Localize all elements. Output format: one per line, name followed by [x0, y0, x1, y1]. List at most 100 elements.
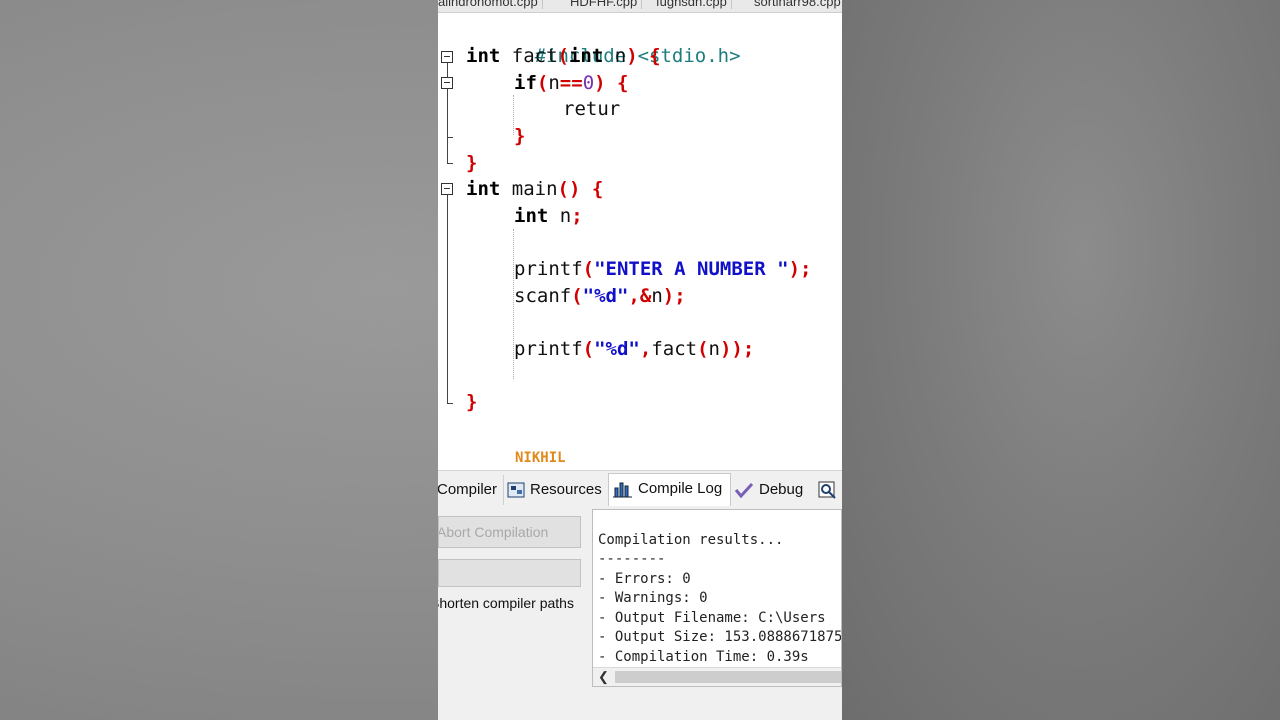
code-line-8: int n;: [514, 203, 583, 230]
string-literal: "%d": [594, 338, 640, 360]
kw-if: if: [514, 72, 537, 94]
return-partial: retur: [563, 98, 621, 120]
fold-toggle-main[interactable]: [441, 183, 453, 195]
string-literal: "ENTER A NUMBER ": [594, 258, 789, 280]
fold-toggle-fact[interactable]: [441, 51, 453, 63]
paren: (: [582, 258, 595, 280]
kw-int: int: [568, 45, 604, 67]
brace: {: [617, 72, 629, 94]
code-line-1: #include <stdio.h>: [466, 16, 741, 67]
log-line: Compilation results...: [598, 532, 784, 548]
brace: }: [466, 391, 478, 413]
tab-label: Compiler: [438, 481, 498, 498]
code-line-10: printf("ENTER A NUMBER ");: [514, 256, 811, 283]
param: n: [603, 45, 627, 67]
fn-name: fact: [500, 45, 558, 67]
paren: (: [536, 72, 549, 94]
log-line: - Warnings: 0: [598, 590, 708, 606]
paren: (): [557, 178, 592, 200]
tab-label: Debug: [759, 481, 804, 498]
var: n: [548, 72, 560, 94]
log-line: - Output Filename: C:\Users: [598, 610, 826, 626]
panel-tabs: Compiler Resources Compile Log Debug: [438, 473, 842, 506]
find-icon: [818, 481, 836, 499]
kw-int: int: [466, 178, 501, 200]
button-label: Abort Compilation: [438, 524, 549, 540]
code-line-6: }: [466, 150, 477, 177]
fold-end: [447, 403, 453, 404]
semicolon: ;: [571, 205, 583, 227]
paren: (: [571, 285, 583, 307]
log-line: - Errors: 0: [598, 571, 691, 587]
tab-label: Compile Log: [638, 480, 723, 497]
operator: &: [639, 285, 652, 307]
code-editor[interactable]: #include <stdio.h> int fact(int n) { if(…: [438, 13, 842, 469]
comma: ,: [639, 338, 652, 360]
brace: }: [466, 152, 478, 174]
abort-compilation-button[interactable]: Abort Compilation: [438, 516, 581, 548]
log-line: --------: [598, 551, 666, 567]
fn-call: fact: [651, 338, 698, 360]
paren: ): [594, 72, 618, 94]
kw-int: int: [514, 205, 549, 227]
code-line-13: printf("%d",fact(n));: [514, 336, 754, 363]
var: n: [548, 205, 572, 227]
fold-line: [447, 195, 448, 404]
paren: (: [582, 338, 595, 360]
file-tab[interactable]: HDFHF.cpp: [566, 0, 643, 9]
brace: {: [649, 45, 661, 67]
fn-call: printf: [514, 258, 583, 280]
brace: {: [591, 178, 604, 200]
var: n: [651, 285, 663, 307]
compile-log-output[interactable]: Compilation results... -------- - Errors…: [592, 509, 842, 687]
watermark: NIKHIL: [515, 450, 566, 466]
brace: }: [514, 125, 526, 147]
fold-end: [447, 137, 453, 138]
code-line-3: if(n==0) {: [514, 70, 628, 97]
operator: ==: [559, 72, 583, 94]
code-line-2: int fact(int n) {: [466, 43, 661, 70]
scroll-thumb[interactable]: [615, 671, 841, 683]
bottom-panel: Compiler Resources Compile Log Debug Abo…: [438, 470, 842, 720]
code-line-5: }: [514, 123, 525, 150]
kw-int: int: [466, 45, 501, 67]
resources-icon: [507, 482, 525, 498]
file-tab-bar: alindronomot.cpp HDFHF.cpp fughsdh.cpp s…: [438, 0, 842, 13]
code-line-4: retur: [563, 96, 621, 123]
checkmark-icon: [734, 483, 754, 499]
tab-debug[interactable]: Debug: [734, 475, 809, 505]
log-line: - Output Size: 153.0888671875: [598, 629, 842, 645]
video-background-right: [842, 0, 1280, 720]
paren: );: [662, 285, 686, 307]
file-tab[interactable]: fughsdh.cpp: [652, 0, 732, 9]
scroll-left-icon[interactable]: ❮: [598, 668, 609, 686]
fn-call: scanf: [514, 285, 572, 307]
paren: (: [557, 45, 569, 67]
comma: ,: [628, 285, 640, 307]
tab-label: Resources: [530, 481, 602, 498]
paren: (: [697, 338, 709, 360]
shorten-paths-option[interactable]: Shorten compiler paths: [438, 595, 574, 611]
code-line-15: }: [466, 389, 477, 416]
tab-compile-log[interactable]: Compile Log: [608, 473, 732, 506]
file-tab[interactable]: alindronomot.cpp: [438, 0, 543, 9]
fold-toggle-if[interactable]: [441, 77, 453, 89]
tab-resources[interactable]: Resources: [507, 475, 610, 505]
log-line: - Compilation Time: 0.39s: [598, 649, 809, 665]
number: 0: [582, 72, 595, 94]
horizontal-scrollbar[interactable]: ❮: [593, 667, 841, 686]
blank-button[interactable]: [438, 559, 581, 587]
tab-compiler[interactable]: Compiler: [438, 475, 505, 505]
tab-find-results[interactable]: [818, 475, 842, 505]
paren: ): [626, 45, 650, 67]
code-line-7: int main() {: [466, 176, 603, 203]
var: n: [708, 338, 720, 360]
bar-chart-icon: [613, 482, 632, 498]
paren: ));: [719, 338, 755, 360]
file-tab[interactable]: sortinarr98.cpp: [750, 0, 842, 9]
paren: );: [788, 258, 812, 280]
option-label: Shorten compiler paths: [438, 595, 574, 611]
fold-end: [447, 163, 453, 164]
string-literal: "%d": [582, 285, 629, 307]
ide-window: alindronomot.cpp HDFHF.cpp fughsdh.cpp s…: [438, 0, 842, 720]
